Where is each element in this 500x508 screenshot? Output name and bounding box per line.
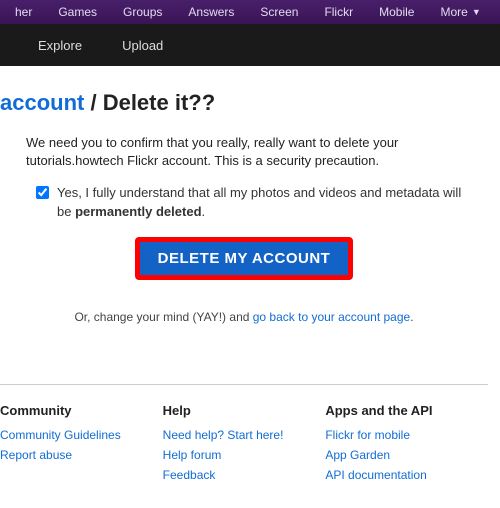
- footer-link[interactable]: Need help? Start here!: [163, 428, 316, 442]
- yahoo-top-nav: her Games Groups Answers Screen Flickr M…: [0, 0, 500, 24]
- topnav-item[interactable]: Groups: [110, 0, 175, 24]
- title-account-link[interactable]: account: [0, 90, 84, 115]
- topnav-item[interactable]: Flickr: [311, 0, 366, 24]
- topnav-item[interactable]: her: [2, 0, 45, 24]
- page-title: account / Delete it??: [0, 90, 488, 116]
- change-mind-pre: Or, change your mind (YAY!) and: [74, 310, 252, 324]
- footer-col-apps: Apps and the API Flickr for mobile App G…: [325, 403, 488, 488]
- change-mind-post: .: [410, 310, 413, 324]
- confirm-text: We need you to confirm that you really, …: [0, 134, 488, 170]
- confirm-post: .: [202, 204, 206, 219]
- footer: Community Community Guidelines Report ab…: [0, 384, 488, 498]
- topnav-item[interactable]: Games: [45, 0, 110, 24]
- delete-button-wrap: DELETE MY ACCOUNT: [0, 237, 488, 280]
- subnav-upload[interactable]: Upload: [102, 38, 183, 53]
- footer-link[interactable]: Community Guidelines: [0, 428, 153, 442]
- confirm-checkbox-label: Yes, I fully understand that all my phot…: [57, 184, 470, 220]
- footer-col-help: Help Need help? Start here! Help forum F…: [163, 403, 326, 488]
- footer-col-community: Community Community Guidelines Report ab…: [0, 403, 163, 488]
- go-back-link[interactable]: go back to your account page: [253, 310, 410, 324]
- footer-link[interactable]: Report abuse: [0, 448, 153, 462]
- footer-heading: Help: [163, 403, 316, 418]
- subnav-explore[interactable]: Explore: [18, 38, 102, 53]
- footer-heading: Apps and the API: [325, 403, 478, 418]
- topnav-item[interactable]: Screen: [247, 0, 311, 24]
- confirm-checkbox-row: Yes, I fully understand that all my phot…: [0, 184, 488, 220]
- footer-heading: Community: [0, 403, 153, 418]
- topnav-item[interactable]: Mobile: [366, 0, 427, 24]
- change-mind-text: Or, change your mind (YAY!) and go back …: [0, 310, 488, 324]
- footer-link[interactable]: API documentation: [325, 468, 478, 482]
- topnav-item[interactable]: Answers: [175, 0, 247, 24]
- footer-link[interactable]: Help forum: [163, 448, 316, 462]
- topnav-more[interactable]: More ▼: [427, 0, 493, 24]
- topnav-more-label: More: [440, 5, 467, 19]
- footer-link[interactable]: Feedback: [163, 468, 316, 482]
- footer-link[interactable]: App Garden: [325, 448, 478, 462]
- delete-account-button[interactable]: DELETE MY ACCOUNT: [135, 237, 354, 280]
- flickr-sub-nav: Explore Upload: [0, 24, 500, 66]
- confirm-checkbox[interactable]: [36, 186, 49, 199]
- main-content: account / Delete it?? We need you to con…: [0, 66, 500, 508]
- confirm-bold: permanently deleted: [75, 204, 201, 219]
- chevron-down-icon: ▼: [472, 7, 481, 17]
- title-rest: / Delete it??: [84, 90, 215, 115]
- footer-link[interactable]: Flickr for mobile: [325, 428, 478, 442]
